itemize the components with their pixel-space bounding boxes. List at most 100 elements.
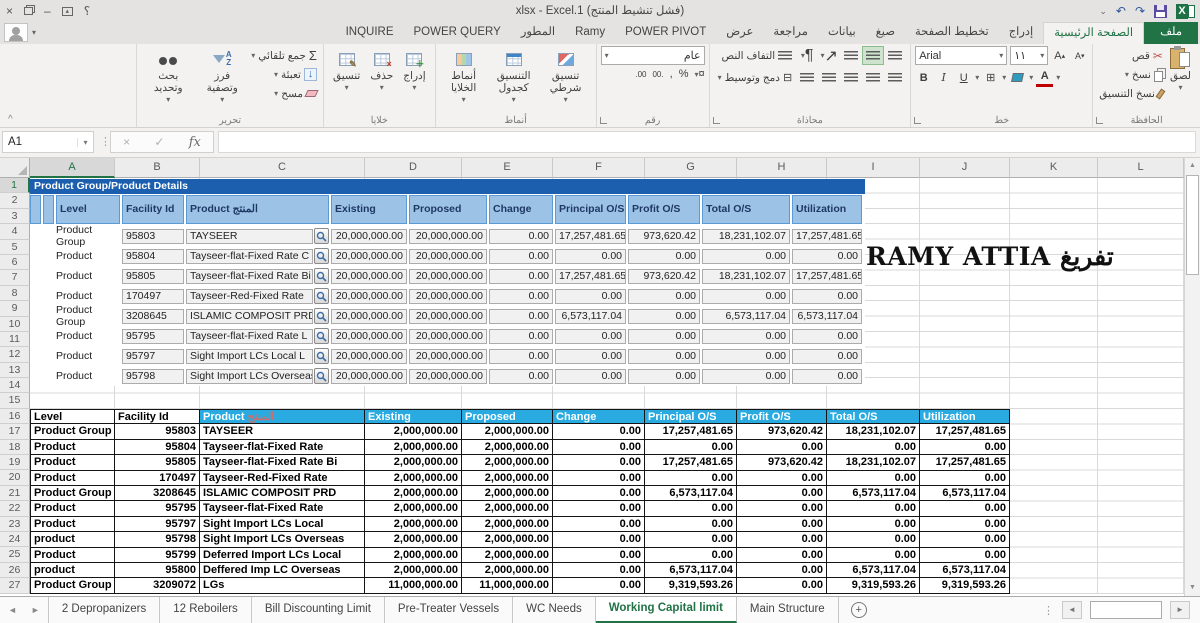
table-cell[interactable]: 0.00: [920, 439, 1010, 456]
table-cell[interactable]: 2,000,000.00: [462, 516, 553, 533]
table-cell[interactable]: 3209072: [115, 578, 200, 594]
horizontal-scrollbar-thumb[interactable]: [1090, 601, 1162, 619]
table-cell[interactable]: 2,000,000.00: [365, 485, 462, 502]
account-control[interactable]: ▾: [4, 23, 36, 42]
profit-os-field[interactable]: 973,620.42: [628, 228, 700, 244]
product-field[interactable]: Sight Import LCs Local L: [186, 348, 313, 364]
table-cell[interactable]: 0.00: [737, 439, 827, 456]
table-cell[interactable]: 0.00: [553, 424, 645, 440]
change-field[interactable]: 0.00: [489, 328, 553, 344]
table-cell[interactable]: Sight Import LCs Local: [200, 516, 365, 533]
profit-os-field[interactable]: 0.00: [628, 288, 700, 304]
tab-الصفحة-الرئيسية[interactable]: الصفحة الرئيسية: [1043, 22, 1145, 44]
table-cell[interactable]: 95804: [115, 439, 200, 456]
grow-font-button[interactable]: A ▴: [1051, 46, 1068, 65]
table-cell[interactable]: 2,000,000.00: [462, 532, 553, 548]
product-field[interactable]: Sight Import LCs Overseas: [186, 368, 313, 384]
table-cell[interactable]: 95803: [115, 424, 200, 440]
font-size-combo[interactable]: ١١ ▾: [1010, 46, 1049, 65]
total-os-field[interactable]: 0.00: [702, 348, 790, 364]
alignment-dialog-launcher[interactable]: [712, 117, 720, 124]
redo-icon[interactable]: ↷: [1135, 4, 1145, 18]
existing-field[interactable]: 20,000,000.00: [331, 368, 407, 384]
proposed-field[interactable]: 20,000,000.00: [409, 308, 487, 324]
orientation-button[interactable]: ↗ ▾: [818, 46, 840, 65]
row-header-14[interactable]: 14: [0, 378, 30, 394]
table-cell[interactable]: 0.00: [827, 501, 920, 517]
tab-power-query[interactable]: POWER QUERY: [403, 22, 510, 44]
table-cell[interactable]: Product: [30, 516, 115, 533]
scroll-left-icon[interactable]: ◄: [1062, 601, 1082, 619]
table-cell[interactable]: 0.00: [553, 501, 645, 517]
table-cell[interactable]: 2,000,000.00: [462, 547, 553, 563]
row-header-2[interactable]: 2: [0, 193, 30, 209]
row-header-22[interactable]: 22: [0, 501, 30, 517]
table-cell[interactable]: 0.00: [920, 532, 1010, 548]
profit-os-field[interactable]: 0.00: [628, 328, 700, 344]
row-header-16[interactable]: 16: [0, 408, 30, 425]
utilization-field[interactable]: 0.00: [792, 288, 862, 304]
sheet-tab-working-capital-limit[interactable]: Working Capital limit: [595, 597, 737, 623]
table-cell[interactable]: product: [30, 532, 115, 548]
text-direction-button[interactable]: ¶ ▾: [796, 46, 818, 65]
table-cell[interactable]: 0.00: [553, 578, 645, 594]
table-cell[interactable]: product: [30, 562, 115, 579]
tab-المطور[interactable]: المطور: [511, 22, 565, 44]
format-as-table-button[interactable]: التنسيق كجدول ▾: [488, 46, 540, 108]
table-cell[interactable]: Deffered Imp LC Overseas: [200, 562, 365, 579]
table-cell[interactable]: 0.00: [920, 547, 1010, 563]
principal-os-field[interactable]: 0.00: [555, 368, 626, 384]
table-cell[interactable]: 0.00: [827, 439, 920, 456]
table-cell[interactable]: 17,257,481.65: [920, 455, 1010, 471]
table-cell[interactable]: 0.00: [645, 470, 737, 486]
table-cell[interactable]: 0.00: [645, 547, 737, 563]
existing-field[interactable]: 20,000,000.00: [331, 228, 407, 244]
principal-os-field[interactable]: 17,257,481.65: [555, 228, 626, 244]
tab-عرض[interactable]: عرض: [716, 22, 763, 44]
product-search-button[interactable]: [314, 348, 329, 364]
table-cell[interactable]: 0.00: [553, 516, 645, 533]
table-cell[interactable]: 17,257,481.65: [920, 424, 1010, 440]
column-header-G[interactable]: G: [645, 158, 737, 178]
increase-decimal-button[interactable]: .00: [652, 70, 663, 79]
product-field[interactable]: Tayseer-flat-Fixed Rate L: [186, 328, 313, 344]
table-cell[interactable]: 0.00: [920, 501, 1010, 517]
existing-field[interactable]: 20,000,000.00: [331, 328, 407, 344]
number-format-combo[interactable]: عام ▾: [600, 46, 705, 65]
column-header-B[interactable]: B: [115, 158, 200, 178]
shrink-font-button[interactable]: A ▾: [1071, 46, 1088, 65]
table-cell[interactable]: 2,000,000.00: [365, 470, 462, 486]
collapse-ribbon-icon[interactable]: ^: [8, 114, 13, 125]
product-search-button[interactable]: [314, 288, 329, 304]
name-box[interactable]: A1 ▾: [2, 131, 94, 153]
principal-os-field[interactable]: 0.00: [555, 348, 626, 364]
table-cell[interactable]: 17,257,481.65: [645, 424, 737, 440]
conditional-formatting-button[interactable]: تنسيق شرطي ▾: [540, 46, 592, 108]
profit-os-field[interactable]: 973,620.42: [628, 268, 700, 284]
principal-os-field[interactable]: 0.00: [555, 328, 626, 344]
column-header-D[interactable]: D: [365, 158, 462, 178]
table-cell[interactable]: 2,000,000.00: [365, 532, 462, 548]
facility-id-field[interactable]: 170497: [122, 288, 184, 304]
table-cell[interactable]: 0.00: [737, 470, 827, 486]
table-cell[interactable]: 2,000,000.00: [462, 439, 553, 456]
row-header-6[interactable]: 6: [0, 254, 30, 271]
row-header-18[interactable]: 18: [0, 439, 30, 456]
change-field[interactable]: 0.00: [489, 308, 553, 324]
facility-id-field[interactable]: 95804: [122, 248, 184, 264]
existing-field[interactable]: 20,000,000.00: [331, 308, 407, 324]
number-dialog-launcher[interactable]: [599, 117, 607, 124]
row-header-4[interactable]: 4: [0, 224, 30, 240]
sheet-tab-bill-discounting-limit[interactable]: Bill Discounting Limit: [252, 597, 385, 623]
table-cell[interactable]: 18,231,102.07: [827, 455, 920, 471]
table-cell[interactable]: 2,000,000.00: [365, 424, 462, 440]
product-search-button[interactable]: [314, 248, 329, 264]
utilization-field[interactable]: 0.00: [792, 368, 862, 384]
tab-صيغ[interactable]: صيغ: [866, 22, 905, 44]
table-cell[interactable]: 0.00: [553, 547, 645, 563]
table-cell[interactable]: Product: [30, 439, 115, 456]
table-cell[interactable]: Tayseer-flat-Fixed Rate: [200, 439, 365, 456]
proposed-field[interactable]: 20,000,000.00: [409, 368, 487, 384]
column-header-F[interactable]: F: [553, 158, 645, 178]
table-cell[interactable]: Product: [30, 547, 115, 563]
